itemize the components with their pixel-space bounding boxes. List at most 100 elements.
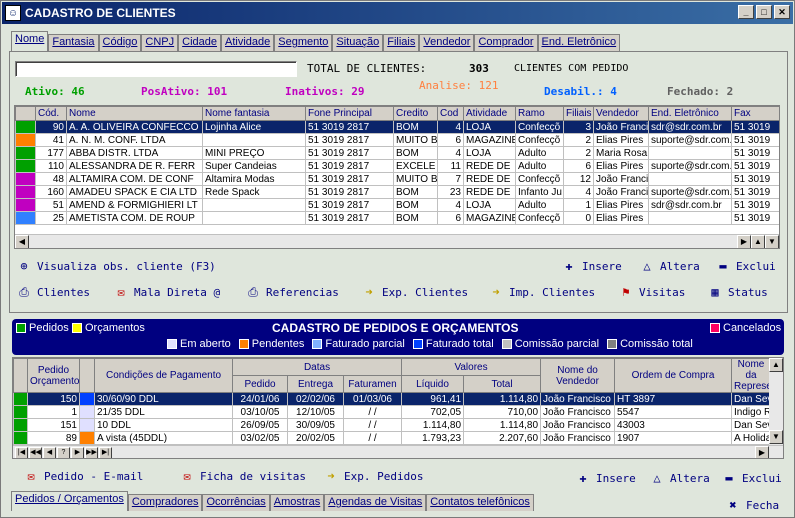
order-cell[interactable]: / / [343, 418, 403, 432]
client-cell[interactable]: suporte@sdr.com.br [648, 133, 732, 147]
status-button[interactable]: ▦ Status [707, 285, 767, 299]
scroll-up-button[interactable]: ▲ [751, 235, 765, 248]
client-cell[interactable]: João Francis [593, 172, 649, 186]
client-cell[interactable]: 12 [563, 172, 594, 186]
client-cell[interactable]: Confecçõ [515, 172, 564, 186]
scroll-right-button[interactable]: ▶ [737, 235, 751, 248]
client-cell[interactable]: 51 3019 [731, 133, 779, 147]
client-cell[interactable]: suporte@sdr.com.br [648, 185, 732, 199]
client-cell[interactable]: A. A. OLIVEIRA CONFECCO [66, 120, 203, 134]
nav-prior-page-icon[interactable]: ◀◀ [29, 447, 42, 458]
client-cell[interactable]: Infanto Ju [515, 185, 564, 199]
client-row[interactable]: 177 ABBA DISTR. LTDA MINI PREÇO 51 3019 281… [15, 146, 779, 160]
client-cell[interactable]: Confecçõ [515, 211, 564, 225]
client-cell[interactable]: REDE DE [463, 172, 516, 186]
client-cell[interactable]: 51 3019 [731, 185, 779, 199]
order-cell[interactable]: 150 [27, 392, 80, 406]
tab-5[interactable]: Atividade [221, 34, 275, 51]
tab-4[interactable]: Cidade [178, 34, 221, 51]
tab-10[interactable]: Comprador [474, 34, 538, 51]
clients-col-header[interactable]: Credito [393, 106, 438, 121]
client-cell[interactable]: João Francis [593, 120, 649, 134]
client-cell[interactable]: suporte@sdr.com.br [648, 159, 732, 173]
client-cell[interactable]: Maria Rosa [593, 146, 649, 160]
seller-header[interactable]: Nome do Vendedor [540, 358, 616, 393]
client-cell[interactable]: MAGAZINE [463, 133, 516, 147]
order-number-header[interactable]: Pedido Orçamento [27, 358, 80, 393]
client-cell[interactable]: 51 3019 [731, 146, 779, 160]
nav-first-icon[interactable]: |◀ [15, 447, 28, 458]
references-button[interactable]: ⎙ Referencias [245, 285, 339, 299]
client-cell[interactable]: BOM [393, 211, 438, 225]
nav-next-page-icon[interactable]: ▶▶ [85, 447, 98, 458]
client-cell[interactable]: 4 [563, 185, 594, 199]
client-cell[interactable]: 51 3019 [731, 211, 779, 225]
order-cell[interactable]: João Francisco [540, 405, 616, 419]
client-cell[interactable]: Adulto [515, 198, 564, 212]
client-cell[interactable]: 2 [563, 133, 594, 147]
client-cell[interactable]: 7 [437, 172, 464, 186]
clients-col-header[interactable]: Filiais [563, 106, 594, 121]
edit-order-button[interactable]: △ Altera [649, 471, 709, 485]
represented-header[interactable]: Nome da Representada [731, 358, 771, 393]
clients-col-header[interactable]: Nome fantasia [202, 106, 306, 121]
client-cell[interactable]: 4 [437, 198, 464, 212]
clients-col-header[interactable]: Nome [66, 106, 203, 121]
client-cell[interactable]: 41 [35, 133, 67, 147]
order-cell[interactable]: 1907 [614, 431, 733, 445]
client-cell[interactable]: AMETISTA COM. DE ROUP [66, 211, 203, 225]
client-cell[interactable]: 160 [35, 185, 67, 199]
clients-hscrollbar[interactable]: ◀ ▶ ▲ ▼ [15, 234, 779, 248]
client-cell[interactable]: MAGAZINE [463, 211, 516, 225]
order-row[interactable]: 151 10 DDL 26/09/05 30/09/05/ /1.114,80 1.11… [13, 418, 771, 432]
orcamentos-checkbox[interactable]: Orçamentos [72, 322, 145, 334]
edit-client-button[interactable]: △ Altera [639, 259, 699, 273]
client-cell[interactable]: Elias Pires [593, 211, 649, 225]
email-order-button[interactable]: ✉ Pedido - E-mail [23, 469, 143, 483]
detail-tab-5[interactable]: Contatos telefônicos [426, 494, 534, 511]
nav-last-icon[interactable]: ▶| [99, 447, 112, 458]
client-cell[interactable]: 6 [563, 159, 594, 173]
order-cell[interactable]: 10 DDL [93, 418, 234, 432]
order-cell[interactable]: 702,05 [401, 405, 465, 419]
client-cell[interactable]: LOJA [463, 120, 516, 134]
import-clients-button[interactable]: ➜ Imp. Clientes [488, 285, 595, 299]
visit-sheet-button[interactable]: ✉ Ficha de visitas [179, 469, 306, 483]
order-cell[interactable]: A Holiday Guide Confecçõ [731, 431, 771, 445]
clients-grid[interactable]: Cód. Nome Nome fantasia Fone Principal Credi… [14, 105, 780, 249]
client-cell[interactable]: 0 [563, 211, 594, 225]
tab-2[interactable]: Código [98, 34, 142, 51]
client-cell[interactable]: BOM [393, 146, 438, 160]
client-cell[interactable] [648, 172, 732, 186]
order-cell[interactable]: 1 [27, 405, 80, 419]
clients-col-header[interactable]: Vendedor [593, 106, 649, 121]
client-cell[interactable]: 11 [437, 159, 464, 173]
order-cell[interactable]: 1.793,23 [401, 431, 465, 445]
client-cell[interactable]: LOJA [463, 198, 516, 212]
orders-grid[interactable]: Pedido Orçamento Condições de Pagamento … [12, 357, 784, 459]
export-orders-button[interactable]: ➜ Exp. Pedidos [323, 469, 423, 483]
scroll-left-button[interactable]: ◀ [15, 235, 29, 248]
client-cell[interactable]: Rede Spack [202, 185, 306, 199]
client-cell[interactable]: 51 [35, 198, 67, 212]
order-cell[interactable]: 12/10/05 [287, 405, 345, 419]
client-row[interactable]: 48 ALTAMIRA COM. DE CONF Altamira Modas 51 … [15, 172, 779, 186]
order-row[interactable]: 89 A vista (45DDL) 03/02/05 20/02/05/ /1.79… [13, 431, 771, 445]
tab-11[interactable]: End. Eletrônico [537, 34, 621, 51]
client-cell[interactable]: ALESSANDRA DE R. FERR [66, 159, 203, 173]
client-cell[interactable]: MUITO B [393, 172, 438, 186]
client-cell[interactable]: MINI PREÇO [202, 146, 306, 160]
detail-tab-2[interactable]: Ocorrências [202, 494, 270, 511]
client-row[interactable]: 110 ALESSANDRA DE R. FERR Super Candeias 51… [15, 159, 779, 173]
order-cell[interactable]: 26/09/05 [232, 418, 289, 432]
client-cell[interactable]: 2 [563, 146, 594, 160]
client-cell[interactable]: 51 3019 2817 [305, 159, 394, 173]
cancelados-checkbox[interactable]: Cancelados [710, 322, 781, 334]
client-cell[interactable]: 51 3019 [731, 159, 779, 173]
order-cell[interactable]: 21/35 DDL [93, 405, 234, 419]
insert-client-button[interactable]: ✚ Insere [561, 259, 621, 273]
detail-tab-0[interactable]: Pedidos / Orçamentos [11, 491, 128, 511]
client-cell[interactable]: BOM [393, 185, 438, 199]
export-clients-button[interactable]: ➜ Exp. Clientes [361, 285, 468, 299]
delete-client-button[interactable]: ▬ Exclui [715, 259, 775, 273]
